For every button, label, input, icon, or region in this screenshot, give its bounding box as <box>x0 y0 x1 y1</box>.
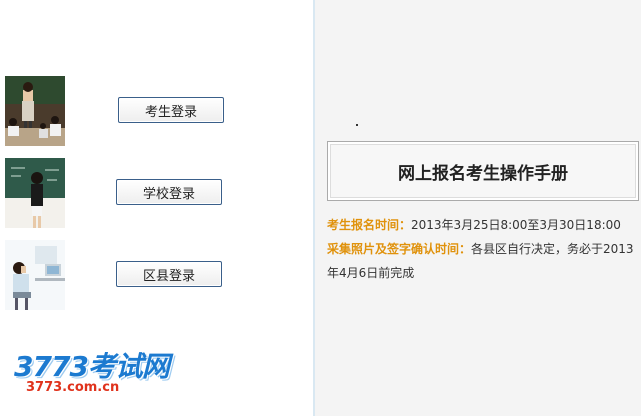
registration-time-line: 考生报名时间：2013年3月25日8:00至3月30日18:00 <box>327 213 639 237</box>
student-login-button[interactable]: 考生登录 <box>118 97 224 123</box>
site-logo[interactable]: 3773考试网 3773.com.cn <box>14 350 170 396</box>
office-computer-photo <box>5 240 65 310</box>
registration-time-value: 2013年3月25日8:00至3月30日18:00 <box>411 218 621 232</box>
manual-title: 网上报名考生操作手册 <box>398 163 568 184</box>
photo-time-label: 采集照片及签字确认时间： <box>327 242 472 256</box>
teacher-classroom-photo <box>5 76 65 146</box>
logo-main-text: 3773考试网 <box>14 350 170 383</box>
right-panel <box>315 0 641 416</box>
county-login-button[interactable]: 区县登录 <box>116 261 222 287</box>
schedule-info: 考生报名时间：2013年3月25日8:00至3月30日18:00 采集照片及签字… <box>327 213 639 285</box>
stray-dot <box>356 124 358 126</box>
manual-link-box[interactable]: 网上报名考生操作手册 <box>327 141 639 201</box>
photo-time-line: 采集照片及签字确认时间：各县区自行决定，务必于2013年4月6日前完成 <box>327 237 639 285</box>
school-login-button[interactable]: 学校登录 <box>116 179 222 205</box>
student-blackboard-photo <box>5 158 65 228</box>
registration-time-label: 考生报名时间： <box>327 218 412 232</box>
